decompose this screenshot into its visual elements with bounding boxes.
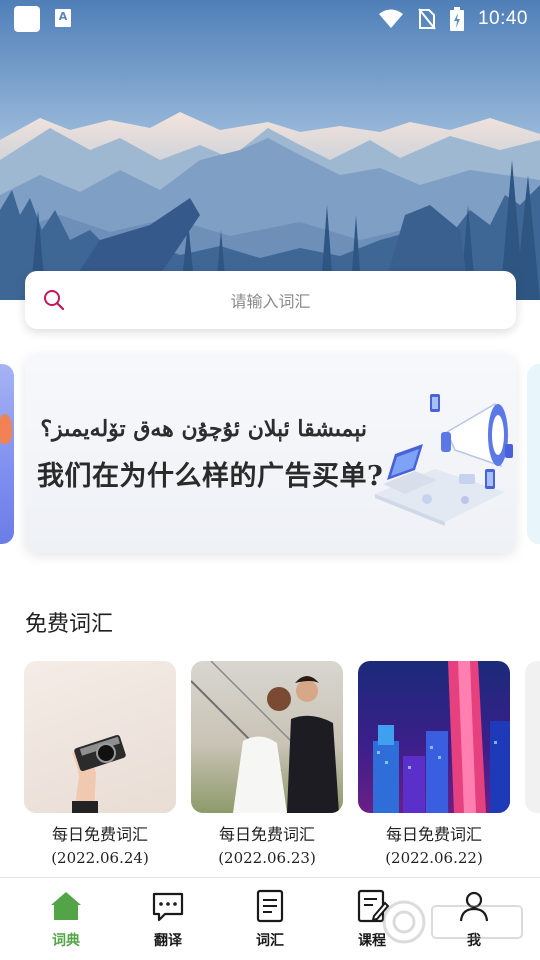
clock: 10:40 <box>477 8 528 29</box>
vocab-card-date: (2022.06.24) <box>51 849 149 867</box>
wifi-icon <box>378 9 403 28</box>
banner-chinese-text: 我们在为什么样的广告买单? <box>37 461 384 492</box>
nav-item-translate[interactable]: 翻译 <box>138 888 198 950</box>
banner-uyghur-text: نېمىشقا ئېلان ئۇچۇن ھەق تۆلەيمىز؟ <box>40 416 367 442</box>
vocab-card-date: (2022.06.23) <box>218 849 316 867</box>
status-bar: A 10:40 <box>0 0 540 38</box>
vocab-card-next-peek[interactable] <box>525 661 540 813</box>
home-icon <box>51 892 81 920</box>
nav-item-dictionary[interactable]: 词典 <box>36 888 96 950</box>
no-sim-icon <box>418 8 436 30</box>
battery-charging-icon <box>449 7 464 31</box>
nav-label: 翻译 <box>154 933 182 949</box>
hero-landscape-image <box>0 0 540 300</box>
document-icon <box>256 889 284 923</box>
search-placeholder: 请输入词汇 <box>230 292 311 311</box>
ad-banner[interactable]: نېمىشقا ئېلان ئۇچۇن ھەق تۆلەيمىز؟ 我们在为什么… <box>25 354 516 553</box>
nav-item-vocabulary[interactable]: 词汇 <box>240 888 300 950</box>
search-input[interactable]: 请输入词汇 <box>25 271 516 329</box>
banner-next-peek[interactable] <box>527 364 540 544</box>
banner-prev-peek[interactable] <box>0 364 14 544</box>
status-bar-right: 10:40 <box>378 4 528 34</box>
vocab-card-title: 每日免费词汇 <box>385 825 482 844</box>
free-vocab-title: 免费词汇 <box>25 612 114 637</box>
watermark-logo <box>382 900 523 944</box>
vocab-card[interactable]: 每日免费词汇 (2022.06.23) <box>191 661 343 867</box>
vocab-card-image <box>24 661 176 813</box>
chat-bubble-icon <box>152 892 184 922</box>
vocab-card-image <box>358 661 510 813</box>
app-screen: A 10:40 请输入词汇 نېمىشقا ئېلان ئۇچۇن ھەق تۆ… <box>0 0 540 960</box>
nav-label: 词汇 <box>256 933 284 949</box>
vocab-card[interactable]: 每日免费词汇 (2022.06.24) <box>24 661 176 867</box>
vocab-card-title: 每日免费词汇 <box>218 825 315 844</box>
a-badge-icon: A <box>55 9 71 27</box>
app-square-icon <box>14 6 40 32</box>
vocab-card-title: 每日免费词汇 <box>51 825 148 844</box>
vocab-card-date: (2022.06.22) <box>385 849 483 867</box>
nav-label: 词典 <box>52 933 80 949</box>
vocab-card[interactable]: 每日免费词汇 (2022.06.22) <box>358 661 510 867</box>
megaphone-illustration <box>375 394 513 526</box>
vocab-card-image <box>191 661 343 813</box>
